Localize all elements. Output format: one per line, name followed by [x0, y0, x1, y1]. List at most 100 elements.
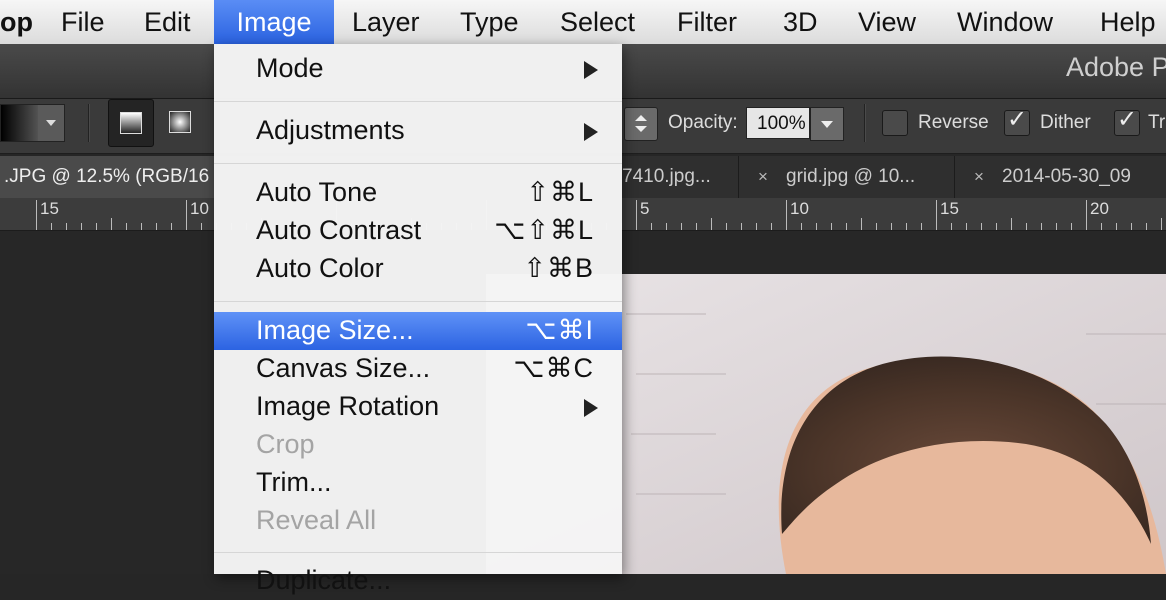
ruler-tick — [1041, 223, 1042, 230]
tab-document-4[interactable]: 2014-05-30_09 — [1002, 156, 1131, 198]
ruler-tick — [1086, 200, 1087, 230]
menu-3d[interactable]: 3D — [783, 0, 818, 44]
ruler-tick — [1011, 218, 1012, 230]
opacity-label: Opacity: — [668, 112, 738, 133]
ruler-tick — [936, 200, 937, 230]
ruler-tick — [171, 223, 172, 230]
menu-select[interactable]: Select — [560, 0, 635, 44]
ruler-tick — [636, 200, 637, 230]
menu-item-image-rotation[interactable]: Image Rotation — [214, 388, 622, 426]
menu-app-name[interactable]: op — [0, 0, 33, 44]
ruler-tick — [996, 223, 997, 230]
opacity-input[interactable]: 100% — [746, 107, 810, 139]
menu-view[interactable]: View — [858, 0, 916, 44]
menu-help[interactable]: Help — [1100, 0, 1156, 44]
ruler-tick — [1026, 223, 1027, 230]
image-menu-dropdown: Mode Adjustments Auto Tone ⇧⌘L Auto Cont… — [214, 44, 622, 595]
ruler-tick — [876, 223, 877, 230]
menu-window[interactable]: Window — [957, 0, 1053, 44]
ruler-tick — [81, 223, 82, 230]
tab-document-3[interactable]: grid.jpg @ 10... — [786, 156, 915, 198]
menu-item-crop: Crop — [214, 426, 622, 464]
tab-close-icon[interactable]: × — [758, 156, 768, 198]
ruler-tick — [651, 223, 652, 230]
ruler-label: 15 — [40, 199, 59, 218]
menu-item-label: Image Size... — [256, 315, 414, 345]
menu-type[interactable]: Type — [460, 0, 519, 44]
menu-item-label: Auto Contrast — [256, 215, 422, 245]
gradient-picker-dropdown[interactable] — [38, 104, 65, 142]
menu-item-auto-contrast[interactable]: Auto Contrast ⌥⇧⌘L — [214, 212, 622, 250]
ruler-tick — [906, 223, 907, 230]
ruler-tick — [921, 223, 922, 230]
menu-item-shortcut: ⌥⇧⌘L — [494, 215, 594, 245]
dither-checkbox[interactable]: ✓ — [1004, 106, 1030, 136]
menu-item-duplicate[interactable]: Duplicate... — [214, 562, 622, 600]
menu-item-label: Crop — [256, 429, 315, 459]
ruler-tick — [1131, 223, 1132, 230]
tab-document-2[interactable]: 7410.jpg... — [622, 156, 711, 198]
ruler-tick — [831, 223, 832, 230]
mode-stepper[interactable] — [624, 107, 658, 141]
options-divider — [864, 104, 865, 142]
check-icon: ✓ — [1117, 106, 1138, 133]
menu-separator — [214, 101, 622, 102]
menu-item-image-size[interactable]: Image Size... ⌥⌘I — [214, 312, 622, 350]
transparency-label: Tr — [1148, 112, 1166, 133]
ruler-tick — [1071, 223, 1072, 230]
ruler-tick — [1146, 223, 1147, 230]
menu-item-label: Reveal All — [256, 505, 377, 535]
ruler-tick — [681, 223, 682, 230]
window-title: Adobe P — [1066, 52, 1166, 82]
menu-item-reveal-all: Reveal All — [214, 502, 622, 540]
radial-gradient-button[interactable] — [158, 99, 202, 145]
ruler-label: 10 — [190, 199, 209, 218]
dither-label: Dither — [1040, 112, 1091, 133]
menu-item-label: Mode — [256, 53, 324, 83]
transparency-checkbox[interactable]: ✓ — [1114, 106, 1140, 136]
submenu-arrow-icon — [584, 123, 598, 141]
ruler-label: 20 — [1090, 199, 1109, 218]
menu-separator — [214, 301, 622, 302]
submenu-arrow-icon — [584, 61, 598, 79]
ruler-tick — [696, 223, 697, 230]
menu-item-label: Duplicate... — [256, 565, 392, 595]
menu-image[interactable]: Image — [214, 0, 334, 44]
ruler-label: 10 — [790, 199, 809, 218]
ruler-tick — [726, 223, 727, 230]
menu-file[interactable]: File — [61, 0, 105, 44]
linear-gradient-icon — [120, 112, 142, 134]
menu-item-shortcut: ⌥⌘C — [513, 353, 594, 383]
ruler-tick — [711, 218, 712, 230]
menu-item-adjustments[interactable]: Adjustments — [214, 112, 622, 150]
ruler-tick — [666, 223, 667, 230]
menu-item-shortcut: ⌥⌘I — [525, 315, 594, 345]
tab-close-icon[interactable]: × — [974, 156, 984, 198]
ruler-tick — [771, 223, 772, 230]
ruler-tick — [141, 223, 142, 230]
menu-item-trim[interactable]: Trim... — [214, 464, 622, 502]
radial-gradient-icon — [169, 111, 191, 133]
menu-edit[interactable]: Edit — [144, 0, 191, 44]
menu-item-auto-color[interactable]: Auto Color ⇧⌘B — [214, 250, 622, 288]
submenu-arrow-icon — [584, 399, 598, 417]
tab-document-active[interactable]: .JPG @ 12.5% (RGB/16 — [0, 156, 214, 198]
menu-filter[interactable]: Filter — [677, 0, 737, 44]
menu-item-canvas-size[interactable]: Canvas Size... ⌥⌘C — [214, 350, 622, 388]
ruler-tick — [981, 223, 982, 230]
ruler-tick — [111, 218, 112, 230]
gradient-swatch[interactable] — [0, 104, 40, 142]
ruler-tick — [756, 223, 757, 230]
menu-layer[interactable]: Layer — [352, 0, 420, 44]
ruler-tick — [126, 223, 127, 230]
reverse-checkbox[interactable] — [882, 110, 908, 136]
tab-divider — [954, 156, 955, 198]
ruler-tick — [186, 200, 187, 230]
menu-item-label: Adjustments — [256, 115, 405, 145]
linear-gradient-button[interactable] — [108, 99, 154, 147]
opacity-dropdown[interactable] — [810, 107, 844, 141]
ruler-tick — [36, 200, 37, 230]
menu-item-mode[interactable]: Mode — [214, 50, 622, 88]
menu-item-auto-tone[interactable]: Auto Tone ⇧⌘L — [214, 174, 622, 212]
ruler-tick — [801, 223, 802, 230]
